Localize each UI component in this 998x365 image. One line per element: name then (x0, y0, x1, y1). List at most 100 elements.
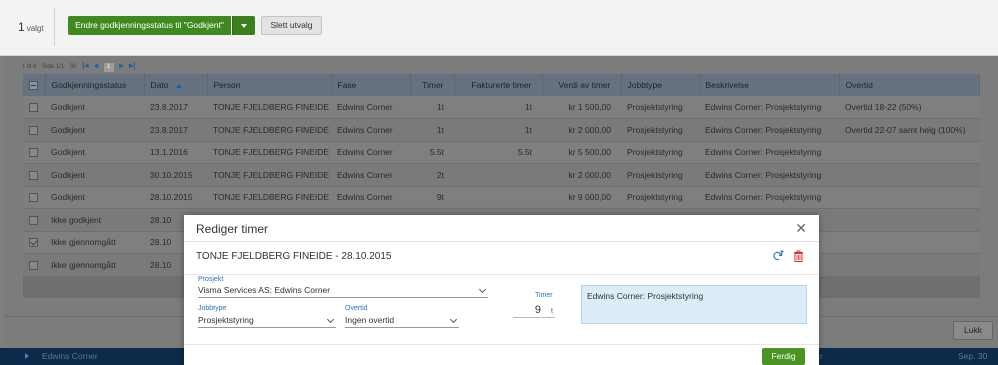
cell-status: Ikke gjennomgått (45, 253, 144, 277)
project-label: Prosjekt (198, 276, 224, 283)
table-row[interactable]: Godkjent 13.1.2016 TONJE FJELDBERG FINEIDE… (23, 141, 980, 164)
approve-options-dropdown[interactable] (232, 16, 255, 35)
row-checkbox[interactable] (29, 125, 38, 135)
description-textarea[interactable]: Edwins Corner: Prosjektstyring (581, 285, 807, 324)
dialog-divider (184, 274, 819, 275)
col-billed-hours[interactable]: Fakturerte timer (454, 74, 543, 96)
project-value: Visma Services AS: Edwins Corner (198, 285, 331, 295)
dialog-footer-divider (184, 344, 819, 345)
table-row[interactable]: Godkjent 23.8.2017 TONJE FJELDBERG FINEIDE… (23, 96, 980, 119)
row-checkbox[interactable] (29, 193, 38, 203)
col-value[interactable]: Verdi av timer (542, 74, 622, 96)
cell-overtime (839, 186, 980, 209)
first-page-icon[interactable]: |◂ (82, 61, 88, 70)
cell-billed (454, 163, 542, 187)
row-checkbox[interactable] (29, 148, 38, 158)
cell-overtime (839, 163, 980, 187)
overtime-value: Ingen overtid (345, 315, 395, 325)
cell-phase: Edwins Corner (331, 96, 410, 119)
cell-jobtype: Prosjektstyring (621, 141, 699, 164)
cell-date: 30.10.2015 (144, 163, 207, 187)
col-hours[interactable]: Timer (410, 74, 455, 96)
pager: 1 til 8 Side 1/1 30 |◂ ◂ 1 ▸ ▸| (22, 61, 139, 72)
row-checkbox[interactable] (29, 170, 38, 180)
jobtype-select[interactable]: Prosjektstyring (198, 315, 336, 328)
cell-hours: 2t (410, 163, 454, 187)
row-checkbox[interactable] (29, 238, 38, 248)
cell-billed: 1t (454, 96, 542, 119)
cell-desc: Edwins Corner: Prosjektstyring (699, 186, 839, 209)
row-checkbox[interactable] (29, 103, 38, 113)
cell-person: TONJE FJELDBERG FINEIDE (207, 163, 331, 187)
refresh-add-icon[interactable] (772, 250, 784, 262)
delete-selection-button[interactable]: Slett utvalg (261, 16, 322, 35)
cell-overtime (839, 208, 980, 232)
page-size-select[interactable]: 30 (70, 64, 77, 70)
cell-phase: Edwins Corner (331, 118, 410, 142)
close-icon[interactable]: ✕ (795, 220, 807, 237)
close-button[interactable]: Lukk (953, 321, 993, 340)
background-row-name: Edwins Corner (42, 351, 98, 361)
edit-hours-dialog: Rediger timer ✕ TONJE FJELDBERG FINEIDE … (184, 215, 819, 365)
hours-unit: t (551, 308, 553, 315)
cell-status: Godkjent (45, 96, 144, 119)
dialog-title: Rediger timer (196, 222, 269, 236)
cell-value: kr 2 000,00 (542, 118, 621, 142)
background-row-fragment: r (820, 351, 823, 361)
current-page: 1 (103, 63, 114, 72)
cell-value: kr 1 500,00 (542, 96, 621, 119)
col-date[interactable]: Dato (144, 74, 208, 96)
cell-value: kr 2 000,00 (542, 163, 621, 187)
dialog-header: Rediger timer ✕ (184, 215, 819, 242)
chevron-down-icon (478, 285, 487, 294)
cell-status: Godkjent (45, 186, 144, 209)
cell-person: TONJE FJELDBERG FINEIDE (207, 141, 331, 164)
overtime-label: Overtid (345, 305, 368, 312)
toolbar-divider (54, 8, 55, 46)
sort-asc-icon (176, 84, 183, 88)
cell-person: TONJE FJELDBERG FINEIDE (207, 96, 331, 119)
table-row[interactable]: Godkjent 30.10.2015 TONJE FJELDBERG FINEID… (23, 163, 980, 187)
cell-person: TONJE FJELDBERG FINEIDE (207, 186, 331, 209)
cell-status: Ikke gjennomgått (45, 231, 144, 254)
hours-label: Timer (535, 292, 553, 299)
background-row-date: Sep. 30 (958, 351, 988, 361)
overtime-select[interactable]: Ingen overtid (345, 315, 459, 328)
col-status[interactable]: Godkjenningsstatus (45, 74, 145, 96)
cell-billed (454, 186, 542, 209)
cell-billed: 5.5t (454, 141, 542, 164)
cell-jobtype: Prosjektstyring (621, 118, 699, 142)
approve-status-button[interactable]: Endre godkjenningsstatus til "Godkjent" (68, 16, 231, 35)
table-row[interactable]: Godkjent 28.10.2015 TONJE FJELDBERG FINEID… (23, 186, 980, 209)
table-row[interactable]: Godkjent 23.8.2017 TONJE FJELDBERG FINEIDE… (23, 118, 980, 142)
row-checkbox[interactable] (29, 260, 38, 270)
col-phase[interactable]: Fase (331, 74, 411, 96)
cell-jobtype: Prosjektstyring (621, 163, 699, 187)
selected-count: 1 valgt (18, 20, 44, 34)
select-all-checkbox[interactable] (29, 81, 38, 91)
last-page-icon[interactable]: ▸| (129, 61, 135, 70)
next-page-icon[interactable]: ▸ (119, 61, 123, 70)
cell-value: kr 5 500,00 (542, 141, 621, 164)
prev-page-icon[interactable]: ◂ (94, 61, 98, 70)
project-select[interactable]: Visma Services AS: Edwins Corner (198, 285, 488, 298)
hours-input[interactable]: 9 (513, 304, 555, 318)
expand-icon[interactable] (25, 353, 29, 359)
row-checkbox[interactable] (29, 215, 38, 225)
col-person[interactable]: Person (207, 74, 332, 96)
cell-jobtype: Prosjektstyring (621, 96, 699, 119)
cell-status: Godkjent (45, 163, 144, 187)
cell-desc: Edwins Corner: Prosjektstyring (699, 141, 839, 164)
cell-phase: Edwins Corner (331, 141, 410, 164)
selection-toolbar: 1 valgt Endre godkjenningsstatus til "God… (0, 0, 998, 56)
jobtype-value: Prosjektstyring (198, 315, 254, 325)
cell-status: Ikke godkjent (45, 208, 144, 232)
cell-status: Godkjent (45, 118, 144, 142)
col-overtime[interactable]: Overtid (839, 74, 980, 96)
col-jobtype[interactable]: Jobbtype (621, 74, 700, 96)
col-description[interactable]: Beskrivelse (699, 74, 840, 96)
cell-jobtype: Prosjektstyring (621, 186, 699, 209)
done-button[interactable]: Ferdig (762, 348, 805, 365)
trash-icon[interactable] (793, 250, 804, 262)
dialog-subtitle: TONJE FJELDBERG FINEIDE - 28.10.2015 (196, 251, 392, 262)
